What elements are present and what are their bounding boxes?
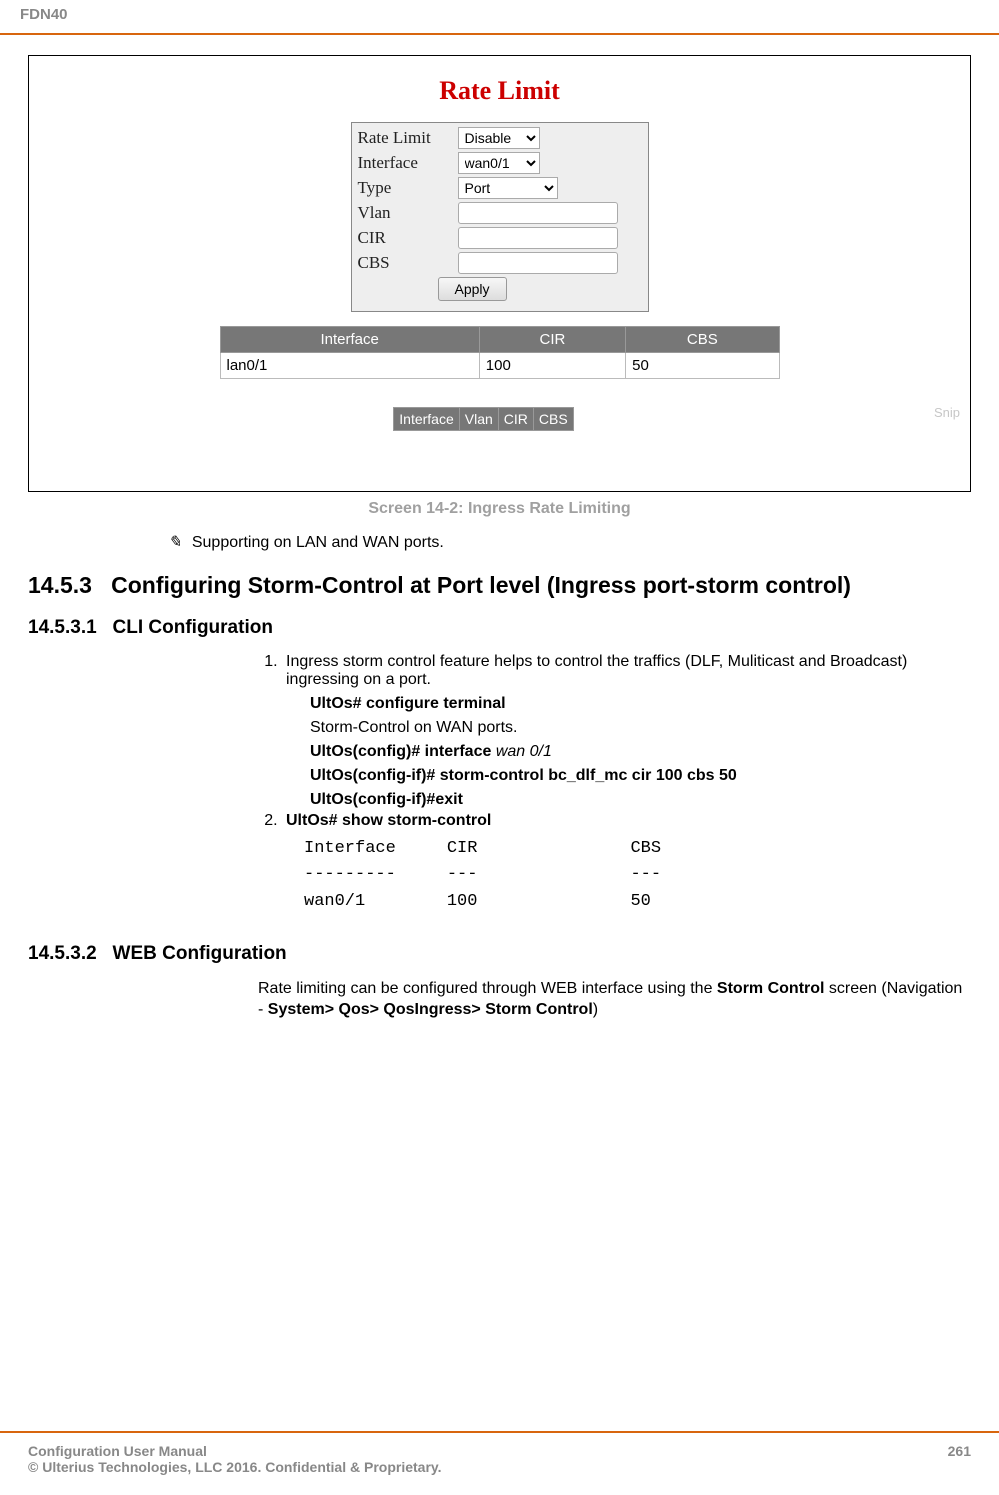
footer-left: Configuration User Manual © Ulterius Tec… [28, 1443, 442, 1475]
sub2-title: WEB Configuration [113, 943, 287, 964]
note-line: ✎ Supporting on LAN and WAN ports. [168, 532, 971, 552]
cli-exit: UltOs(config-if)#exit [310, 791, 971, 809]
th-cir: CIR [479, 327, 625, 353]
cir-input[interactable] [458, 227, 618, 249]
cli-interface: UltOs(config)# interface wan 0/1 [310, 743, 971, 761]
mini-th-vlan: Vlan [459, 408, 498, 431]
list-item: UltOs# show storm-control [282, 812, 971, 830]
sub2-number: 14.5.3.2 [28, 943, 97, 964]
cbs-input[interactable] [458, 252, 618, 274]
item2-text: UltOs# show storm-control [286, 812, 491, 829]
sub2-a: Rate limiting can be configured through … [258, 980, 717, 997]
cell-cir: 100 [479, 353, 625, 379]
page-content: Rate Limit Rate Limit Disable Interface … [0, 35, 999, 1021]
mini-table-wrap: Interface Vlan CIR CBS Snip [39, 393, 960, 431]
table-row: lan0/1 100 50 [220, 353, 779, 379]
page-number: 261 [948, 1443, 971, 1475]
sub2-b: Storm Control [717, 980, 825, 997]
sub1-title: CLI Configuration [113, 617, 273, 638]
interface-select[interactable]: wan0/1 [458, 152, 540, 174]
section-number: 14.5.3 [28, 572, 92, 598]
sub1-body: Ingress storm control feature helps to c… [258, 653, 971, 915]
figure-caption: Screen 14-2: Ingress Rate Limiting [28, 500, 971, 518]
subsection2-heading: 14.5.3.2 WEB Configuration [28, 943, 971, 965]
cli-storm-control: UltOs(config-if)# storm-control bc_dlf_m… [310, 767, 971, 785]
rate-limit-table: Interface CIR CBS lan0/1 100 50 [220, 326, 780, 379]
row-vlan: Vlan [358, 202, 642, 224]
note-text: Supporting on LAN and WAN ports. [192, 534, 444, 551]
mini-th-cir: CIR [498, 408, 533, 431]
footer-line1: Configuration User Manual [28, 1443, 442, 1459]
cli-note: Storm-Control on WAN ports. [310, 719, 971, 737]
th-interface: Interface [220, 327, 479, 353]
label-cir: CIR [358, 228, 458, 248]
sub2-d: System> Qos> QosIngress> Storm Control [268, 1001, 593, 1018]
footer-line2: © Ulterius Technologies, LLC 2016. Confi… [28, 1459, 442, 1475]
cli-interface-b: wan 0/1 [496, 743, 552, 760]
row-cbs: CBS [358, 252, 642, 274]
label-interface: Interface [358, 153, 458, 173]
sub2-e: ) [593, 1001, 598, 1018]
section-title: Configuring Storm-Control at Port level … [111, 572, 851, 598]
rate-limit-form: Rate Limit Disable Interface wan0/1 Type… [351, 122, 649, 312]
apply-row: Apply [358, 277, 642, 301]
page-header: FDN40 [0, 0, 999, 35]
subsection1-heading: 14.5.3.1 CLI Configuration [28, 617, 971, 639]
screenshot-figure: Rate Limit Rate Limit Disable Interface … [28, 55, 971, 492]
sub2-para: Rate limiting can be configured through … [258, 979, 971, 1021]
sub1-number: 14.5.3.1 [28, 617, 97, 638]
type-select[interactable]: Port [458, 177, 558, 199]
label-rate-limit: Rate Limit [358, 128, 458, 148]
row-cir: CIR [358, 227, 642, 249]
sub2-body: Rate limiting can be configured through … [258, 979, 971, 1021]
cli-output: Interface CIR CBS --------- --- --- wan0… [304, 836, 971, 915]
cli-configure-terminal: UltOs# configure terminal [310, 695, 971, 713]
label-vlan: Vlan [358, 203, 458, 223]
panel-title: Rate Limit [39, 76, 960, 106]
item1-text: Ingress storm control feature helps to c… [286, 653, 907, 688]
section-heading: 14.5.3 Configuring Storm-Control at Port… [28, 572, 971, 599]
label-type: Type [358, 178, 458, 198]
product-code: FDN40 [20, 6, 68, 23]
snip-label: Snip [934, 405, 960, 420]
page-footer: Configuration User Manual © Ulterius Tec… [0, 1431, 999, 1475]
row-type: Type Port [358, 177, 642, 199]
vlan-input[interactable] [458, 202, 618, 224]
mini-th-cbs: CBS [533, 408, 573, 431]
row-rate-limit: Rate Limit Disable [358, 127, 642, 149]
rate-limit-select[interactable]: Disable [458, 127, 540, 149]
cell-cbs: 50 [626, 353, 779, 379]
mini-table: Interface Vlan CIR CBS [393, 407, 573, 431]
list-item: Ingress storm control feature helps to c… [282, 653, 971, 809]
apply-button[interactable]: Apply [438, 277, 507, 301]
row-interface: Interface wan0/1 [358, 152, 642, 174]
mini-th-interface: Interface [394, 408, 459, 431]
sub1-list: Ingress storm control feature helps to c… [258, 653, 971, 830]
th-cbs: CBS [626, 327, 779, 353]
pencil-icon: ✎ [168, 534, 181, 551]
cli-interface-a: UltOs(config)# interface [310, 743, 496, 760]
cell-interface: lan0/1 [220, 353, 479, 379]
label-cbs: CBS [358, 253, 458, 273]
